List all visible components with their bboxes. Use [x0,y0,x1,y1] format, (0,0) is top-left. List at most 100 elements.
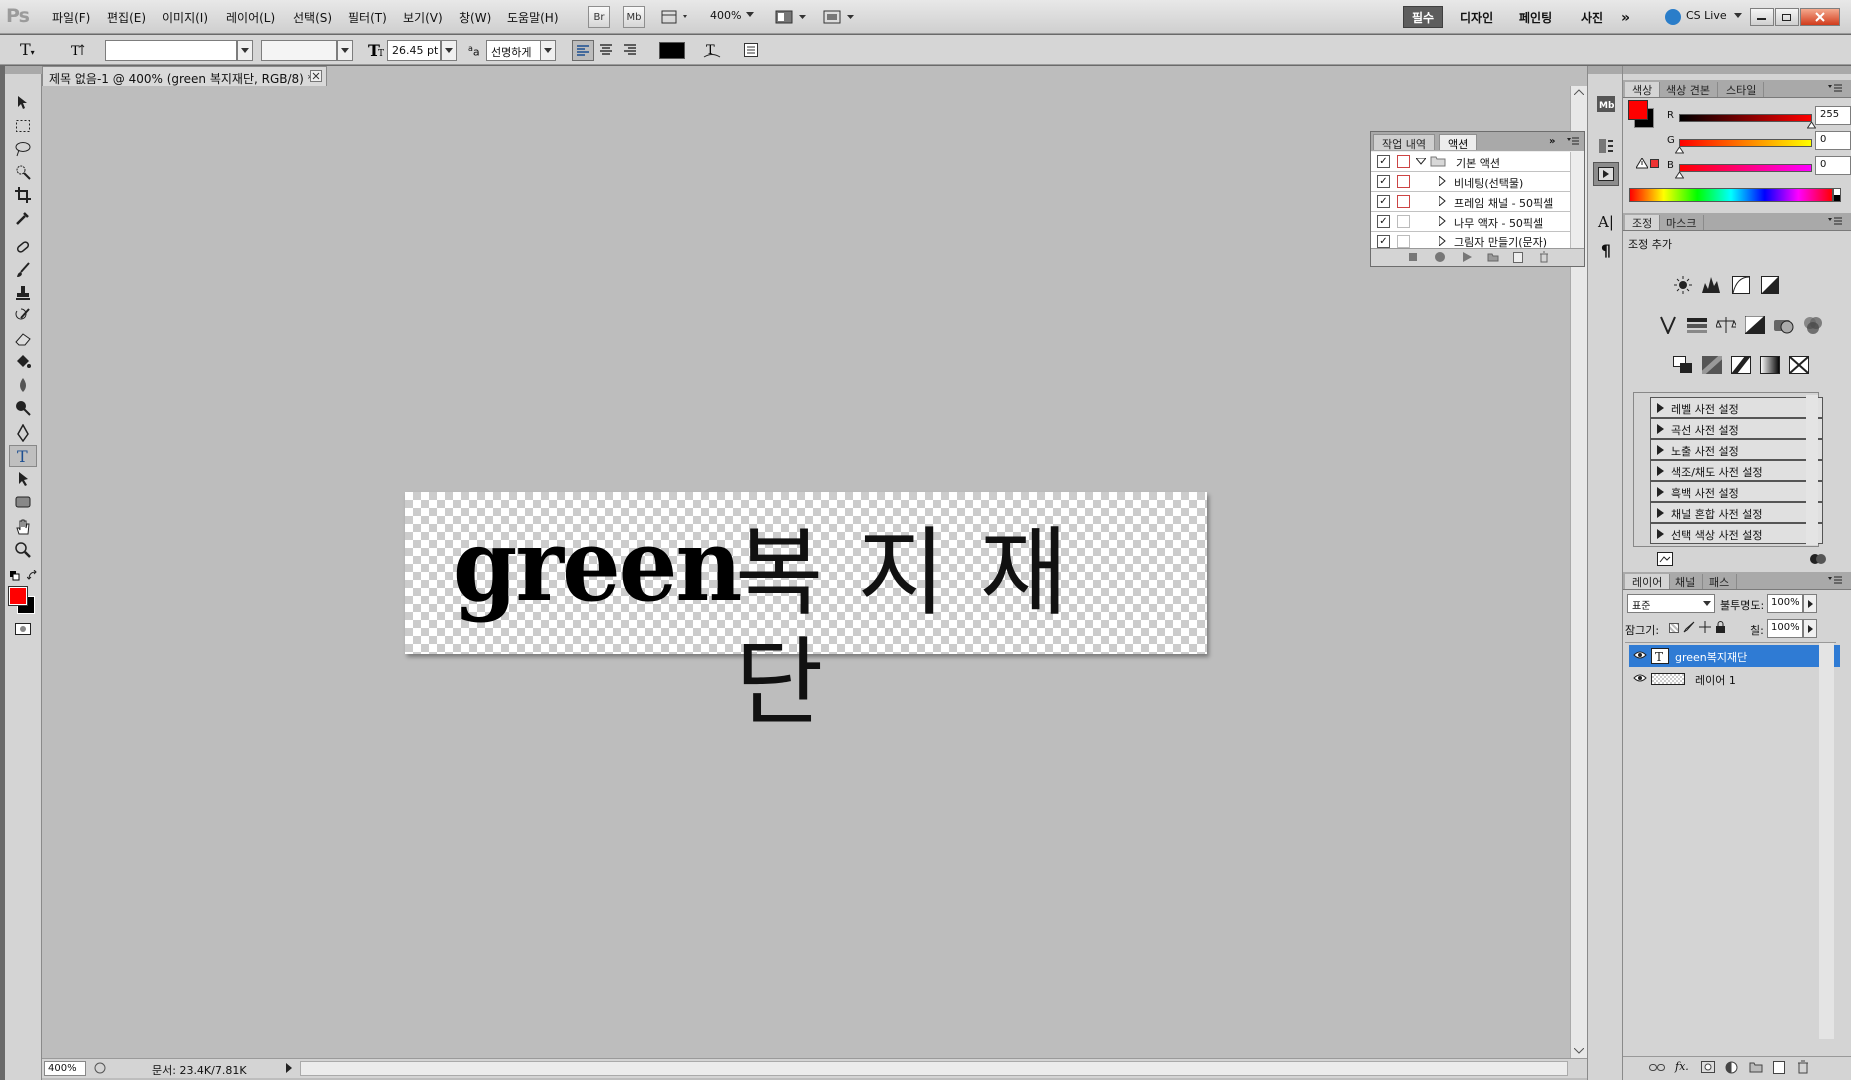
fill-slider-arrow-icon[interactable] [1803,619,1817,638]
opacity-slider-arrow-icon[interactable] [1803,594,1817,613]
expand-arrow-icon[interactable] [1439,176,1446,186]
layer-row-text[interactable]: T green복지재단 [1629,645,1840,667]
font-style-select[interactable] [261,40,337,61]
preset-channel-mixer[interactable]: 채널 혼합 사전 설정 [1650,502,1823,523]
paragraph-panel-icon[interactable]: ¶ [1593,238,1619,262]
bridge-button[interactable]: Br [588,6,610,28]
quick-mask-icon[interactable] [9,618,37,640]
status-zoom-field[interactable]: 400% [44,1061,86,1076]
align-right-button[interactable] [620,40,642,61]
tab-paths[interactable]: 패스 [1702,574,1738,589]
action-row[interactable]: ✓ 그림자 만들기(문자) [1371,232,1570,248]
gamut-color-swatch[interactable] [1650,159,1659,168]
tab-actions[interactable]: 액션 [1439,134,1478,151]
workspace-essentials[interactable]: 필수 [1403,6,1444,28]
vibrance-icon[interactable] [1656,314,1680,336]
visibility-eye-icon[interactable] [1633,673,1647,683]
brightness-contrast-icon[interactable] [1671,274,1695,296]
dialog-toggle-icon[interactable] [1397,235,1410,248]
red-value-input[interactable]: 255 [1815,106,1851,125]
toggle-text-orientation-icon[interactable]: T [70,42,88,58]
lock-position-icon[interactable] [1699,621,1711,633]
status-info-icon[interactable] [94,1062,106,1074]
photo-filter-icon[interactable] [1772,314,1796,336]
foreground-color-swatch[interactable] [8,586,28,606]
panel-collapse-icon[interactable]: » [1549,136,1555,147]
document-canvas[interactable]: green 복지재단 [405,492,1207,738]
horizontal-scrollbar[interactable] [300,1061,1568,1076]
history-panel-icon[interactable] [1593,134,1619,158]
exposure-icon[interactable] [1758,274,1782,296]
close-button[interactable] [1800,8,1840,26]
shape-tool-icon[interactable] [9,491,37,513]
character-panel-toggle-icon[interactable] [743,42,759,58]
lock-transparency-icon[interactable] [1669,623,1679,633]
tab-adjustments[interactable]: 조정 [1625,215,1661,230]
preset-black-white[interactable]: 흑백 사전 설정 [1650,481,1823,502]
new-layer-icon[interactable] [1773,1061,1785,1074]
menu-edit[interactable]: 편집(E) [107,9,146,26]
color-spectrum-bar[interactable] [1629,188,1833,202]
menu-select[interactable]: 선택(S) [293,9,332,26]
warp-text-icon[interactable]: T [703,41,721,59]
zoom-level-display[interactable]: 400% [710,9,741,22]
blue-slider[interactable] [1679,164,1812,172]
preset-levels[interactable]: 레벨 사전 설정 [1650,397,1823,418]
tab-color[interactable]: 색상 [1625,82,1661,97]
antialias-dropdown-icon[interactable] [540,40,556,61]
expand-arrow-icon[interactable] [1439,196,1446,206]
layer-name[interactable]: 레이어 1 [1695,672,1736,688]
record-icon[interactable] [1435,252,1445,262]
lock-all-icon[interactable] [1715,621,1726,633]
red-slider[interactable] [1679,114,1812,122]
actions-panel-icon[interactable] [1593,162,1619,186]
clip-to-layer-icon[interactable] [1809,552,1827,566]
healing-brush-tool-icon[interactable] [9,236,37,258]
blend-mode-dropdown-icon[interactable] [1703,601,1711,607]
color-panel-menu-icon[interactable] [1828,84,1842,93]
dialog-toggle-icon[interactable] [1397,195,1410,208]
marquee-tool-icon[interactable] [9,115,37,137]
blur-tool-icon[interactable] [9,374,37,396]
scroll-down-icon[interactable] [1574,1048,1584,1054]
blue-slider-handle-icon[interactable] [1675,172,1684,179]
crop-tool-icon[interactable] [9,184,37,206]
action-check-icon[interactable]: ✓ [1377,175,1390,188]
action-row[interactable]: ✓ 비네팅(선택물) [1371,172,1570,192]
green-value-input[interactable]: 0 [1815,131,1851,150]
add-mask-icon[interactable] [1701,1061,1715,1073]
menu-layer[interactable]: 레이어(L) [226,9,275,26]
screen-mode-icon[interactable] [823,9,857,25]
tab-styles[interactable]: 스타일 [1719,82,1765,97]
layer-row-pixel[interactable]: 레이어 1 [1629,668,1840,690]
threshold-icon[interactable] [1729,354,1753,376]
play-icon[interactable] [1463,252,1472,262]
tab-masks[interactable]: 마스크 [1659,215,1705,230]
dialog-toggle-icon[interactable] [1397,155,1410,168]
channel-mixer-icon[interactable] [1801,314,1825,336]
blend-mode-select[interactable]: 표준 [1627,594,1715,613]
hue-saturation-icon[interactable] [1685,314,1709,336]
tab-swatches[interactable]: 색상 견본 [1659,82,1718,97]
delete-layer-icon[interactable] [1797,1060,1809,1074]
new-group-icon[interactable] [1749,1061,1763,1073]
swap-colors-icon[interactable] [27,570,38,581]
dodge-tool-icon[interactable] [9,397,37,419]
history-brush-tool-icon[interactable] [9,305,37,327]
tab-layers[interactable]: 레이어 [1625,574,1671,589]
type-tool-preset-icon[interactable]: T▾ [20,40,35,59]
expand-arrow-icon[interactable] [1439,236,1446,246]
invert-icon[interactable] [1671,354,1695,376]
preset-selective-color[interactable]: 선택 색상 사전 설정 [1650,523,1823,544]
preset-exposure[interactable]: 노출 사전 설정 [1650,439,1823,460]
zoom-tool-icon[interactable] [9,539,37,561]
action-check-icon[interactable]: ✓ [1377,155,1390,168]
new-fill-adjustment-icon[interactable] [1725,1061,1738,1074]
minimize-button[interactable] [1750,8,1774,26]
color-balance-icon[interactable] [1714,314,1738,336]
black-white-icon[interactable] [1743,314,1767,336]
green-slider-handle-icon[interactable] [1675,147,1684,154]
layer-style-icon[interactable]: fx. [1675,1060,1689,1073]
new-set-icon[interactable] [1487,252,1499,262]
lasso-tool-icon[interactable] [9,138,37,160]
